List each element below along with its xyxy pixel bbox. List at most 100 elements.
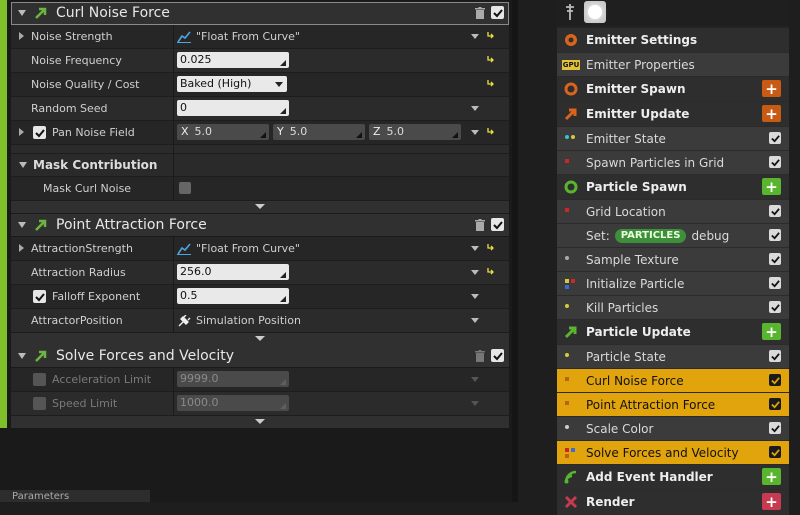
random-seed-input[interactable]: 0 bbox=[177, 100, 289, 116]
reset-arrow-icon[interactable] bbox=[486, 31, 495, 40]
scale-color-item[interactable]: Scale Color bbox=[557, 417, 789, 441]
enable-checkbox[interactable] bbox=[769, 446, 781, 458]
curl-noise-header[interactable]: Curl Noise Force bbox=[11, 2, 509, 25]
pin-icon[interactable] bbox=[564, 4, 576, 20]
point-attraction-item[interactable]: Point Attraction Force bbox=[557, 393, 789, 417]
add-module-button[interactable]: + bbox=[762, 105, 781, 123]
reset-arrow-icon[interactable] bbox=[486, 243, 495, 252]
expand-more-button[interactable] bbox=[11, 416, 509, 428]
enable-checkbox[interactable] bbox=[769, 253, 781, 265]
reset-arrow-icon[interactable] bbox=[486, 79, 495, 88]
noise-quality-select[interactable]: Baked (High) bbox=[177, 76, 287, 92]
speed-limit-input[interactable]: 1000.0 bbox=[177, 395, 289, 411]
module-dots-icon bbox=[565, 352, 569, 357]
attraction-strength-value[interactable]: "Float From Curve" bbox=[177, 242, 300, 255]
pan-z-input[interactable]: Z 5.0 bbox=[369, 124, 461, 140]
grid-location-item[interactable]: Grid Location bbox=[557, 200, 789, 224]
collapse-icon[interactable] bbox=[19, 162, 27, 168]
mask-curl-checkbox[interactable] bbox=[179, 182, 191, 194]
emitter-update-header[interactable]: Emitter Update + bbox=[557, 102, 789, 127]
dropdown-icon[interactable] bbox=[471, 270, 479, 275]
force-arrow-icon bbox=[35, 219, 47, 231]
particle-spawn-header[interactable]: Particle Spawn + bbox=[557, 175, 789, 200]
enable-checkbox[interactable] bbox=[769, 374, 781, 386]
particle-update-header[interactable]: Particle Update + bbox=[557, 320, 789, 345]
kill-particles-item[interactable]: Kill Particles bbox=[557, 296, 789, 320]
enable-checkbox[interactable] bbox=[491, 218, 504, 231]
noise-frequency-input[interactable]: 0.025 bbox=[177, 52, 289, 68]
dropdown-icon[interactable] bbox=[471, 401, 479, 406]
trash-icon[interactable] bbox=[475, 350, 485, 362]
solve-forces-item[interactable]: Solve Forces and Velocity bbox=[557, 441, 789, 465]
add-module-button[interactable]: + bbox=[762, 178, 781, 196]
curve-icon bbox=[177, 30, 191, 43]
expand-more-button[interactable] bbox=[11, 201, 509, 213]
random-seed-row: Random Seed 0 bbox=[11, 97, 509, 121]
noise-strength-value[interactable]: "Float From Curve" bbox=[177, 30, 300, 43]
attraction-radius-input[interactable]: 256.0 bbox=[177, 264, 289, 280]
falloff-row: Falloff Exponent 0.5 bbox=[11, 285, 509, 309]
add-module-button[interactable]: + bbox=[762, 80, 781, 98]
pan-noise-checkbox[interactable] bbox=[33, 126, 46, 139]
emitter-state-item[interactable]: Emitter State bbox=[557, 127, 789, 151]
add-event-handler-header[interactable]: Add Event Handler + bbox=[557, 465, 789, 490]
add-module-button[interactable]: + bbox=[762, 468, 781, 486]
emitter-spawn-header[interactable]: Emitter Spawn + bbox=[557, 77, 789, 102]
pan-y-input[interactable]: Y 5.0 bbox=[273, 124, 365, 140]
curl-noise-item[interactable]: Curl Noise Force bbox=[557, 369, 789, 393]
checkmark-icon bbox=[34, 292, 45, 301]
collapse-icon[interactable] bbox=[18, 222, 26, 228]
enable-checkbox[interactable] bbox=[769, 301, 781, 313]
sample-texture-item[interactable]: Sample Texture bbox=[557, 248, 789, 272]
reset-arrow-icon[interactable] bbox=[486, 55, 495, 64]
expand-more-button[interactable] bbox=[11, 333, 509, 345]
dropdown-icon[interactable] bbox=[471, 294, 479, 299]
enable-checkbox[interactable] bbox=[769, 156, 781, 168]
expand-icon[interactable] bbox=[19, 244, 24, 252]
point-attraction-header[interactable]: Point Attraction Force bbox=[11, 214, 509, 237]
enable-checkbox[interactable] bbox=[769, 132, 781, 144]
falloff-checkbox[interactable] bbox=[33, 290, 46, 303]
enable-checkbox[interactable] bbox=[769, 205, 781, 217]
falloff-input[interactable]: 0.5 bbox=[177, 288, 289, 304]
expand-icon[interactable] bbox=[19, 32, 24, 40]
enable-checkbox[interactable] bbox=[491, 349, 504, 362]
dropdown-icon[interactable] bbox=[471, 34, 479, 39]
dropdown-icon[interactable] bbox=[471, 377, 479, 382]
enable-checkbox[interactable] bbox=[769, 422, 781, 434]
reset-arrow-icon[interactable] bbox=[486, 267, 495, 276]
enable-checkbox[interactable] bbox=[769, 229, 781, 241]
trash-icon[interactable] bbox=[475, 219, 485, 231]
reset-arrow-icon[interactable] bbox=[486, 127, 495, 136]
add-module-button[interactable]: + bbox=[762, 323, 781, 341]
dropdown-icon[interactable] bbox=[471, 130, 479, 135]
trash-icon[interactable] bbox=[475, 7, 485, 19]
emitter-properties-item[interactable]: GPU Emitter Properties bbox=[557, 53, 789, 77]
pan-x-input[interactable]: X 5.0 bbox=[177, 124, 269, 140]
expand-icon[interactable] bbox=[19, 128, 24, 136]
spawn-grid-item[interactable]: Spawn Particles in Grid bbox=[557, 151, 789, 175]
collapse-icon[interactable] bbox=[18, 353, 26, 359]
solve-forces-header[interactable]: Solve Forces and Velocity bbox=[11, 345, 509, 368]
attractor-position-value[interactable]: Simulation Position bbox=[177, 314, 301, 327]
accel-limit-input[interactable]: 9999.0 bbox=[177, 371, 289, 387]
set-parameter-item[interactable]: Set: PARTICLES debug bbox=[557, 224, 789, 248]
particle-state-item[interactable]: Particle State bbox=[557, 345, 789, 369]
render-header[interactable]: Render + bbox=[557, 490, 789, 515]
speed-limit-checkbox[interactable] bbox=[33, 397, 46, 410]
enable-checkbox[interactable] bbox=[491, 6, 504, 19]
panel-divider[interactable] bbox=[512, 0, 518, 502]
dropdown-icon[interactable] bbox=[471, 106, 479, 111]
collapse-icon[interactable] bbox=[18, 10, 26, 16]
enable-checkbox[interactable] bbox=[769, 350, 781, 362]
dropdown-icon[interactable] bbox=[471, 318, 479, 323]
accel-limit-checkbox[interactable] bbox=[33, 373, 46, 386]
dropdown-icon[interactable] bbox=[471, 246, 479, 251]
emitter-settings-header[interactable]: Emitter Settings bbox=[557, 28, 789, 53]
initialize-particle-item[interactable]: Initialize Particle bbox=[557, 272, 789, 296]
mask-contribution-section[interactable]: Mask Contribution bbox=[11, 154, 509, 177]
enable-checkbox[interactable] bbox=[769, 398, 781, 410]
emitter-thumbnail[interactable] bbox=[584, 1, 606, 23]
parameters-tab[interactable]: Parameters bbox=[0, 490, 150, 502]
enable-checkbox[interactable] bbox=[769, 277, 781, 289]
